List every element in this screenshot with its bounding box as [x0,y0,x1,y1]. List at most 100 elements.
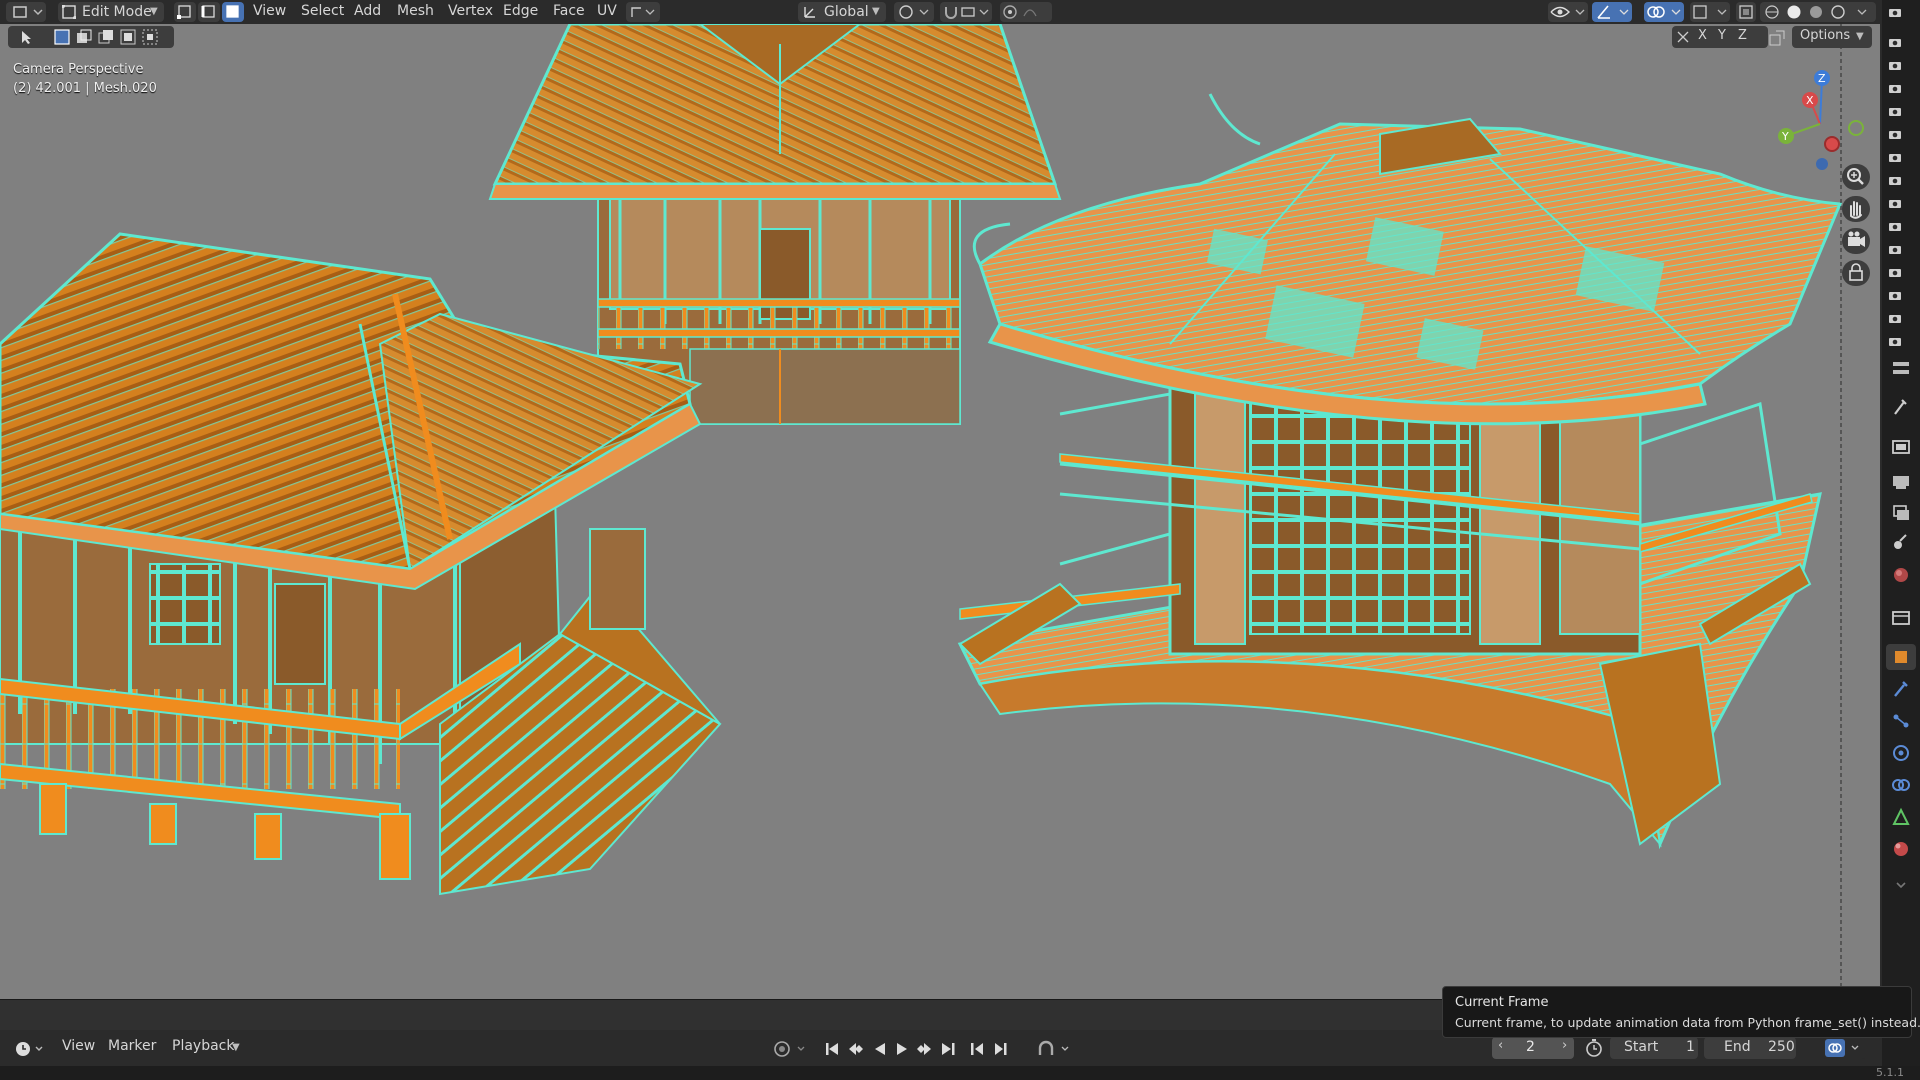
proportional-edit-dropdown[interactable] [1000,2,1052,22]
prev-marker-icon[interactable] [968,1039,988,1059]
menu-edge[interactable]: Edge [503,0,538,24]
camera-icon[interactable] [1888,289,1902,301]
play-icon[interactable] [892,1039,912,1059]
version-label: 5.1.1 [1876,1066,1904,1079]
constraints-tab-icon[interactable] [1886,772,1916,798]
particles-tab-icon[interactable] [1886,708,1916,734]
overlays-toggle[interactable] [1644,2,1684,22]
chevron-left-icon[interactable]: ‹ [1498,1038,1503,1053]
select-cursor-icon[interactable] [18,29,34,45]
select-intersect-icon[interactable] [142,29,158,45]
stopwatch-icon[interactable] [1584,1038,1604,1058]
select-subtract-icon[interactable] [98,29,114,45]
select-box-icon[interactable] [54,29,70,45]
select-extend-icon[interactable] [76,29,92,45]
end-frame-field[interactable]: End 250 [1704,1037,1796,1059]
render-tab-icon[interactable] [1886,434,1916,460]
options-dropdown[interactable]: Options ▼ [1792,26,1872,48]
auto-merge-icon[interactable] [1768,29,1786,47]
timeline-menu-view[interactable]: View [62,1038,95,1054]
camera-icon[interactable] [1888,105,1902,117]
pivot-point-dropdown[interactable] [894,2,934,22]
camera-icon[interactable] [1888,59,1902,71]
jump-end-icon[interactable] [938,1039,958,1059]
3d-viewport[interactable]: Camera Perspective (2) 42.001 | Mesh.020… [0,24,1880,999]
camera-icon[interactable] [1888,82,1902,94]
auto-keying-toggle[interactable] [772,1039,812,1059]
lock-camera-button[interactable] [1842,260,1870,286]
camera-icon[interactable] [1888,128,1902,140]
menu-uv[interactable]: UV [597,0,617,24]
output-tab-icon[interactable] [1886,468,1916,494]
material-tab-icon[interactable] [1886,836,1916,862]
menu-face[interactable]: Face [553,0,585,24]
shading-mode-buttons[interactable] [1760,2,1876,22]
visibility-dropdown[interactable] [1548,2,1588,22]
camera-view-button[interactable] [1842,228,1870,254]
select-invert-icon[interactable] [120,29,136,45]
camera-icon[interactable] [1888,36,1902,48]
camera-icon[interactable] [1888,266,1902,278]
editor-type-button[interactable] [6,2,46,22]
transform-orientation-dropdown[interactable]: Global ▼ [798,2,886,22]
camera-icon[interactable] [1888,220,1902,232]
wrench-tool-icon[interactable] [1886,394,1916,420]
pivot-icon [899,5,929,19]
camera-icon[interactable] [1888,335,1902,347]
camera-icon[interactable] [1888,197,1902,209]
scene-tab-icon[interactable] [1886,530,1916,556]
tool-tab-icon[interactable] [1886,356,1916,382]
chevron-right-icon[interactable]: › [1562,1038,1567,1053]
menu-vertex[interactable]: Vertex [448,0,493,24]
view-layer-tab-icon[interactable] [1886,500,1916,526]
camera-icon[interactable] [1888,174,1902,186]
pavilion-right[interactable] [957,93,1843,850]
mirror-y-toggle[interactable]: Y [1718,28,1726,43]
current-frame-field[interactable]: ‹ 2 › [1492,1037,1574,1059]
xray-toggle[interactable] [1736,2,1756,22]
playback-dropdown[interactable]: Playback ▼ [166,1037,246,1059]
camera-icon[interactable] [1888,243,1902,255]
snap-timeline-toggle[interactable] [1036,1039,1076,1059]
play-reverse-icon[interactable] [870,1039,890,1059]
mesh-scene[interactable] [0,24,1880,999]
timeline-menu-marker[interactable]: Marker [108,1038,156,1054]
collection-tab-icon[interactable] [1886,604,1916,630]
next-keyframe-icon[interactable] [914,1039,934,1059]
camera-icon[interactable] [1888,6,1902,18]
world-tab-icon[interactable] [1886,562,1916,588]
mirror-x-toggle[interactable]: X [1698,28,1707,43]
view-name: Camera Perspective [13,62,144,77]
mirror-axis-toggles[interactable]: X Y Z [1672,26,1768,48]
overlay-toggle-timeline[interactable] [1822,1037,1866,1059]
gizmo-toggle[interactable] [1592,2,1632,22]
start-frame-field[interactable]: Start 1 [1610,1037,1698,1059]
jump-start-icon[interactable] [822,1039,842,1059]
select-tool-bar[interactable] [8,26,174,48]
timeline-editor-type[interactable] [12,1038,48,1060]
next-marker-icon[interactable] [990,1039,1010,1059]
chevron-down-icon[interactable] [1886,872,1916,898]
gizmo-x-label: X [1806,94,1814,107]
face-select-mode[interactable] [222,2,244,22]
mesh-edit-overlays-dropdown[interactable] [1690,2,1730,22]
physics-tab-icon[interactable] [1886,740,1916,766]
uv-sync-dropdown[interactable] [626,2,660,22]
prev-keyframe-icon[interactable] [846,1039,866,1059]
modifier-tab-icon[interactable] [1886,676,1916,702]
camera-icon[interactable] [1888,312,1902,324]
object-tab-icon[interactable] [1886,644,1916,670]
mirror-z-toggle[interactable]: Z [1738,28,1747,43]
camera-icon[interactable] [1888,151,1902,163]
menu-view[interactable]: View [253,0,286,24]
menu-add[interactable]: Add [354,0,381,24]
snap-dropdown[interactable] [940,2,992,22]
mode-dropdown[interactable]: Edit Mode ▼ [58,2,164,22]
pan-button[interactable] [1842,196,1870,222]
zoom-button[interactable] [1842,164,1870,190]
mesh-data-tab-icon[interactable] [1886,804,1916,830]
menu-select[interactable]: Select [301,0,344,24]
menu-mesh[interactable]: Mesh [397,0,434,24]
edge-select-mode[interactable] [198,2,220,22]
vertex-select-mode[interactable] [174,2,196,22]
